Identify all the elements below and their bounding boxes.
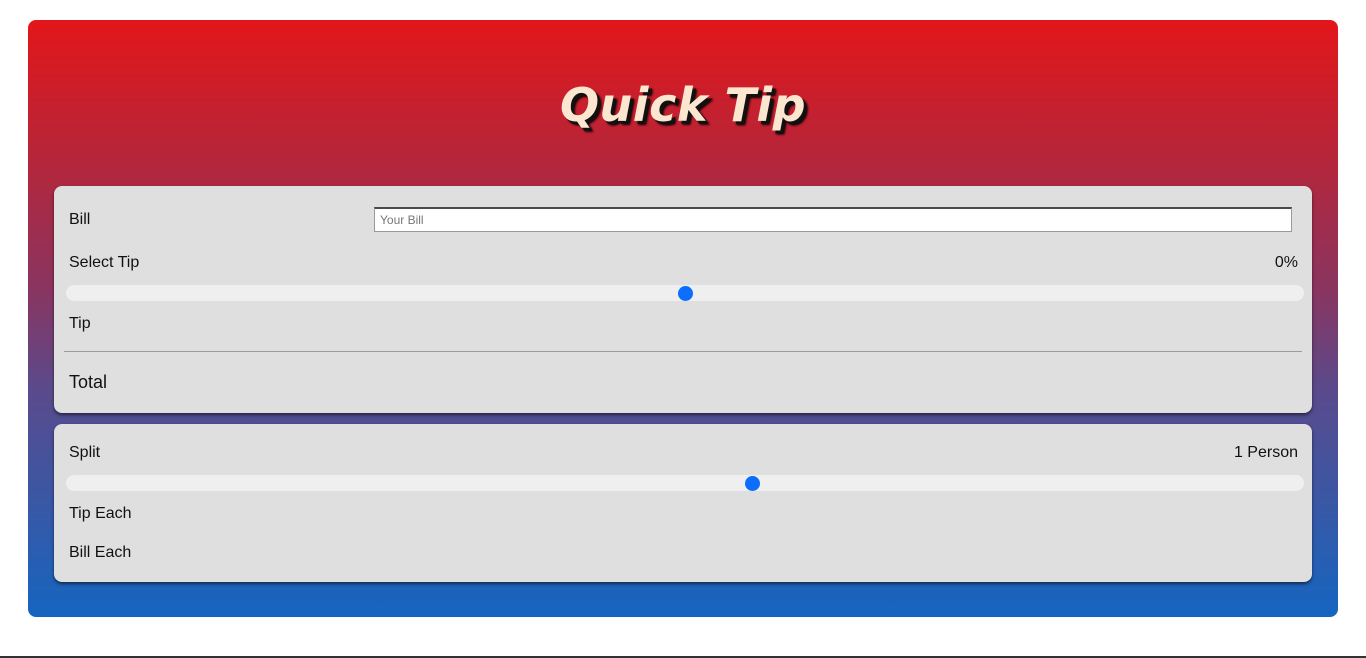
divider: [64, 351, 1302, 352]
split-slider[interactable]: [66, 475, 1304, 491]
app-container: Quick Tip Bill Select Tip 0% Tip Total S…: [28, 20, 1338, 617]
bill-card: Bill Select Tip 0% Tip Total: [54, 186, 1312, 413]
select-tip-label: Select Tip: [69, 254, 140, 271]
split-persons-value: 1 Person: [1233, 444, 1298, 461]
split-slider-thumb[interactable]: [745, 476, 761, 491]
tip-each-label: Tip Each: [69, 505, 132, 522]
bill-input[interactable]: [374, 207, 1292, 232]
tip-percent-value: 0%: [1274, 254, 1298, 271]
total-label: Total: [69, 372, 108, 392]
app-title: Quick Tip: [559, 78, 807, 132]
bill-label: Bill: [69, 211, 91, 228]
split-label: Split: [69, 444, 101, 461]
bill-each-label: Bill Each: [69, 544, 132, 561]
tip-slider[interactable]: [66, 285, 1304, 301]
tip-label: Tip: [69, 315, 91, 332]
split-card: Split 1 Person Tip Each Bill Each: [54, 424, 1312, 582]
tip-slider-thumb[interactable]: [678, 286, 693, 301]
